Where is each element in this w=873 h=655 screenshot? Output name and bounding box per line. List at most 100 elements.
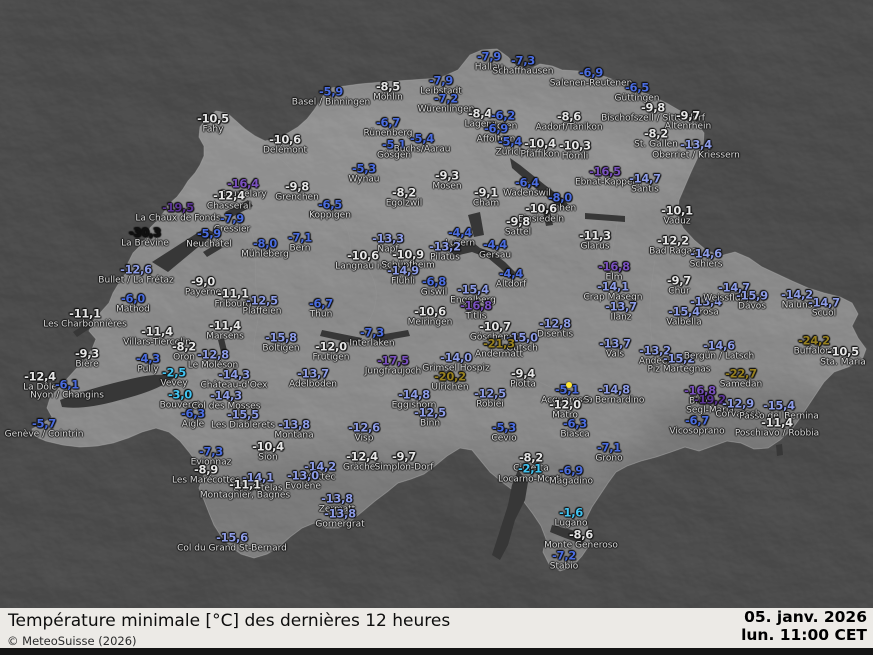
station-value: -14,6 xyxy=(703,338,735,353)
station-name: Buchs/Aarau xyxy=(393,143,451,154)
station-value: -2,5 xyxy=(162,365,186,380)
station-name: Pfäffikon xyxy=(520,148,560,159)
station-name: Eggishorn xyxy=(391,399,437,410)
station-label: -7,1 Grono xyxy=(595,442,622,463)
station-value: -10,6 xyxy=(269,132,301,147)
station-name: Elm xyxy=(605,271,623,282)
station-value: -16,4 xyxy=(227,176,259,191)
station-name: Fahy xyxy=(202,123,224,134)
station-label: -7,9 Cressier xyxy=(214,213,250,234)
station-label: -12,5 Robiei xyxy=(474,388,506,409)
station-name: Les Attelas xyxy=(233,482,283,493)
station-label: -2,1 Locarno-Monti xyxy=(498,463,562,484)
station-label: -11,1 Les Charbonnières xyxy=(43,308,127,329)
station-label: -15,9 Davos xyxy=(736,290,768,311)
station-label: -16,8 Titlis xyxy=(460,300,492,321)
station-label: -11,1 Fribourg xyxy=(215,288,252,309)
station-name: Les Charbonnières xyxy=(43,318,127,329)
station-value: -5,9 xyxy=(197,226,221,241)
station-label: -8,2 Oron xyxy=(172,341,196,362)
station-label: -12,0 Frutigen xyxy=(313,341,350,362)
station-label: -14,7 Säntis xyxy=(629,173,661,194)
station-label: -14,3 Château-d'Oex xyxy=(200,369,267,390)
station-name: Rünenberg xyxy=(363,127,413,138)
station-label: -15,0 Gütsch xyxy=(506,332,538,353)
station-name: Zürich xyxy=(495,146,525,157)
station-name: Poschiavo / Robbia xyxy=(734,427,820,438)
station-value: -8,2 xyxy=(519,450,543,465)
station-name: Gösgen xyxy=(376,149,412,160)
station-value: -6,7 xyxy=(376,115,400,130)
station-value: -13,2 xyxy=(429,239,461,254)
station-label: -5,9 Neuchâtel xyxy=(186,228,232,249)
station-value: -6,9 xyxy=(579,65,603,80)
station-value: -5,3 xyxy=(352,161,376,176)
bottom-strip xyxy=(0,648,873,655)
station-name: Biasca xyxy=(560,428,590,439)
station-name: Cimetta xyxy=(513,462,549,473)
station-value: -5,4 xyxy=(410,131,434,146)
station-name: Naluns xyxy=(781,299,813,310)
station-value: -12,4 xyxy=(24,369,56,384)
station-label: -7,2 Würenlingen xyxy=(418,93,475,114)
station-label: -16,8 Bivio xyxy=(684,385,716,406)
station-label: -11,4 Villars-Tiercelin xyxy=(123,326,191,347)
station-value: -7,3 xyxy=(511,53,535,68)
station-name: Andermatt xyxy=(475,348,523,359)
station-label: -11,4 Poschiavo / Robbia xyxy=(735,417,819,438)
station-label: -6,3 Aigle xyxy=(181,408,205,429)
station-label: -8,2 Egolzwil xyxy=(386,187,423,208)
station-name: Boltigen xyxy=(262,342,300,353)
station-value: -17,5 xyxy=(377,353,409,368)
station-value: -8,5 xyxy=(376,79,400,94)
station-value: -8,9 xyxy=(194,462,218,477)
station-value: -6,7 xyxy=(309,296,333,311)
station-name: Fribourg xyxy=(214,298,252,309)
station-name: Magadino xyxy=(549,475,593,486)
station-name: Nyon / Changins xyxy=(30,389,104,400)
station-value: -4,4 xyxy=(499,266,523,281)
station-label: -13,7 Ilanz xyxy=(605,301,637,322)
station-value: -20,2 xyxy=(434,369,466,384)
station-label: -4,4 Altdorf xyxy=(496,268,526,289)
station-value: -6,9 xyxy=(484,121,508,136)
station-name: Vicosoprano xyxy=(669,425,725,436)
station-name: Vaduz xyxy=(663,215,691,226)
station-name: Koppigen xyxy=(309,209,351,220)
station-value: -9,0 xyxy=(191,274,215,289)
station-name: Bière xyxy=(75,358,99,369)
station-value: -8,6 xyxy=(569,527,593,542)
station-value: -10,6 xyxy=(414,304,446,319)
station-value: -9,8 xyxy=(285,179,309,194)
station-label: -8,0 Mühleberg xyxy=(241,238,289,259)
station-name: Neuchâtel xyxy=(186,238,232,249)
station-name: Bad Ragaz xyxy=(649,245,697,256)
station-value: -14,7 xyxy=(629,171,661,186)
station-name: Plaffeien xyxy=(242,305,282,316)
station-label: -5,3 Cevio xyxy=(491,422,516,443)
station-label: -5,4 Zürich xyxy=(496,136,525,157)
station-label: -6,2 Kloten xyxy=(489,110,518,131)
station-label: -9,7 Simplon-Dorf xyxy=(375,451,434,472)
station-name: Ulrichen xyxy=(431,381,469,392)
station-value: -7,9 xyxy=(220,211,244,226)
station-name: Chasseral xyxy=(206,200,252,211)
station-name: Kloten xyxy=(488,120,518,131)
station-name: Grono xyxy=(595,452,623,463)
station-label: -22,7 Samedan xyxy=(720,368,762,389)
station-value: -14,3 xyxy=(218,367,250,382)
station-value: -8,0 xyxy=(548,190,572,205)
station-label: -11,4 Marsens xyxy=(206,320,244,341)
station-name: Affoltern xyxy=(476,133,516,144)
station-label: -10,6 Langnau i.E. xyxy=(335,250,391,271)
station-label: -8,2 St. Gallen xyxy=(634,128,678,149)
station-label: -14,8 S. Bernardino xyxy=(584,384,645,405)
station-value: -6,9 xyxy=(559,463,583,478)
station-value: -5,9 xyxy=(319,84,343,99)
station-value: -15,5 xyxy=(227,407,259,422)
station-name: Meiringen xyxy=(407,316,453,327)
station-name: Passo del Bernina xyxy=(739,410,819,421)
station-label: -12,4 La Dôle xyxy=(23,371,57,392)
station-label: -10,7 Göschenen xyxy=(470,321,520,342)
station-value: -9,7 xyxy=(676,108,700,123)
